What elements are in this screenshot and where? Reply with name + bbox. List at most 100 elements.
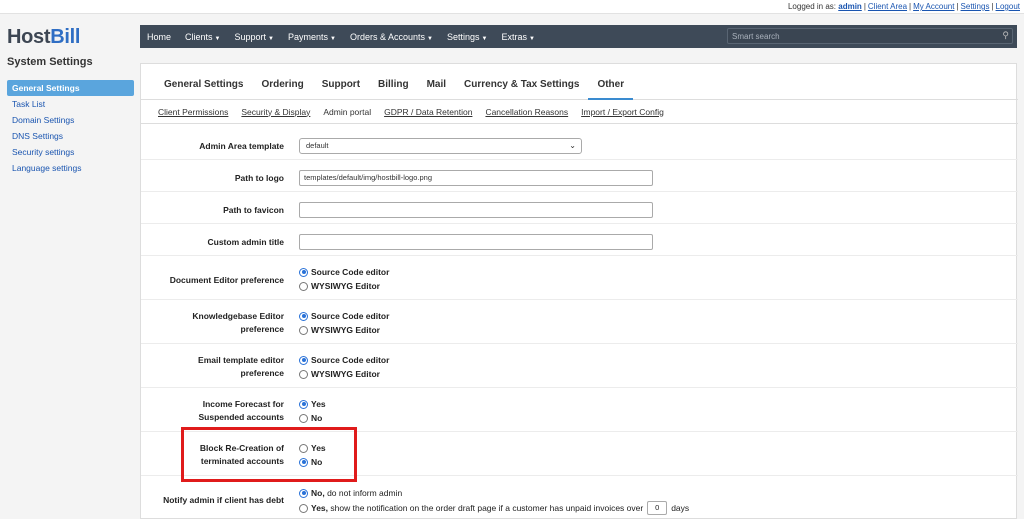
notify-debt-no-option[interactable]: No, do not inform admin [299,486,689,500]
kb-editor-label-line2: preference [240,324,284,334]
nav-clients[interactable]: Clients ▼ [178,32,227,42]
chevron-down-icon: ⌄ [569,141,576,150]
caret-down-icon: ▼ [330,35,336,42]
nav-home[interactable]: Home [140,32,178,42]
tab-support[interactable]: Support [313,64,369,100]
days-input[interactable]: 0 [647,501,668,515]
subtab-cancellation-reasons[interactable]: Cancellation Reasons [480,107,573,117]
admin-template-select[interactable]: default ⌄ [299,138,582,154]
caret-down-icon: ▼ [427,35,433,42]
tab-general-settings[interactable]: General Settings [155,64,252,100]
logo-text-bill: Bill [50,26,81,48]
income-forecast-yes-option[interactable]: Yes [299,397,326,411]
admin-template-value: default [306,141,329,150]
nav-support[interactable]: Support ▼ [227,32,280,42]
sidebar-item-dns-settings[interactable]: DNS Settings [7,128,134,144]
logo-path-label: Path to logo [234,173,284,183]
client-area-link[interactable]: Client Area [868,2,907,11]
tab-currency-tax[interactable]: Currency & Tax Settings [455,64,588,100]
nav-home-label: Home [147,31,172,42]
sidebar-item-security-settings[interactable]: Security settings [7,144,134,160]
radio-unchecked[interactable] [299,413,308,423]
sidebar-item-general-settings[interactable]: General Settings [7,80,134,96]
email-editor-label-line1: Email template editor [198,355,284,365]
radio-checked[interactable] [299,399,308,409]
row-income-forecast: Income Forecast for Suspended accounts Ye… [141,388,1018,432]
radio-unchecked[interactable] [299,281,308,291]
admin-title-label: Custom admin title [207,237,284,247]
radio-unchecked[interactable] [299,325,308,335]
subtab-import-export[interactable]: Import / Export Config [576,107,669,117]
subtab-gdpr[interactable]: GDPR / Data Retention [379,107,477,117]
email-editor-wysiwyg-option[interactable]: WYSIWYG Editor [299,367,389,381]
hostbill-logo[interactable]: HostBill [7,26,80,49]
tab-other[interactable]: Other [588,64,634,100]
row-document-editor: Document Editor preference Source Code e… [141,256,1018,300]
logo-path-input[interactable]: templates/default/img/hostbill-logo.png [299,170,653,186]
smart-search-input[interactable] [728,29,1012,43]
option-label: Source Code editor [311,355,390,365]
admin-title-input[interactable] [299,234,653,250]
document-editor-wysiwyg-option[interactable]: WYSIWYG Editor [299,279,389,293]
highlight-box [181,427,357,482]
user-link[interactable]: admin [838,2,862,11]
top-user-bar: Logged in as: admin | Client Area | My Accou… [0,0,1024,14]
notify-debt-yes-option[interactable]: Yes, show the notification on the order … [299,500,689,516]
subtab-security-display[interactable]: Security & Display [236,107,315,117]
email-editor-label: Email template editor preference [141,354,284,380]
sidebar: General Settings Task List Domain Settin… [7,80,134,176]
option-label-bold: No, [311,488,325,498]
smart-search: ⚲ [727,28,1013,44]
radio-unchecked[interactable] [299,503,308,513]
tab-mail[interactable]: Mail [418,64,455,100]
settings-link[interactable]: Settings [961,2,990,11]
email-editor-source-option[interactable]: Source Code editor [299,353,389,367]
kb-editor-source-option[interactable]: Source Code editor [299,309,389,323]
nav-orders-accounts[interactable]: Orders & Accounts ▼ [343,32,440,42]
main-navbar: Home Clients ▼ Support ▼ Payments ▼ Orders … [140,25,1017,48]
nav-settings[interactable]: Settings ▼ [440,32,494,42]
row-logo-path: Path to logo templates/default/img/hostb… [141,160,1018,192]
row-admin-title: Custom admin title [141,224,1018,256]
sidebar-item-task-list[interactable]: Task List [7,96,134,112]
tab-billing[interactable]: Billing [369,64,418,100]
income-forecast-label-line2: Suspended accounts [198,412,285,422]
favicon-path-label: Path to favicon [223,205,284,215]
caret-down-icon: ▼ [528,35,535,42]
radio-checked[interactable] [299,355,308,365]
income-forecast-no-option[interactable]: No [299,411,326,425]
days-label: days [671,503,690,513]
income-forecast-label-line1: Income Forecast for [202,399,284,409]
radio-checked[interactable] [299,311,308,321]
radio-checked[interactable] [299,488,308,498]
subtab-client-permissions[interactable]: Client Permissions [153,107,233,117]
subtab-admin-portal[interactable]: Admin portal [318,107,376,117]
option-label: show the notification on the order draft… [330,503,644,513]
sidebar-item-domain-settings[interactable]: Domain Settings [7,112,134,128]
row-kb-editor: Knowledgebase Editor preference Source Co… [141,300,1018,344]
row-email-editor: Email template editor preference Source C… [141,344,1018,388]
tab-ordering[interactable]: Ordering [252,64,312,100]
document-editor-source-option[interactable]: Source Code editor [299,265,389,279]
nav-extras[interactable]: Extras ▼ [494,32,541,42]
kb-editor-options: Source Code editor WYSIWYG Editor [299,309,389,337]
search-icon[interactable]: ⚲ [1002,30,1009,41]
sidebar-item-language-settings[interactable]: Language settings [7,160,134,176]
option-label: Source Code editor [311,311,390,321]
favicon-path-input[interactable] [299,202,653,218]
caret-down-icon: ▼ [214,35,221,42]
document-editor-label: Document Editor preference [169,275,284,285]
income-forecast-options: Yes No [299,397,326,425]
option-label-bold: Yes, [311,503,329,513]
income-forecast-label: Income Forecast for Suspended accounts [141,398,285,424]
nav-orders-label: Orders & Accounts [349,31,425,42]
kb-editor-wysiwyg-option[interactable]: WYSIWYG Editor [299,323,389,337]
nav-clients-label: Clients [185,31,213,42]
radio-unchecked[interactable] [299,369,308,379]
radio-checked[interactable] [299,267,308,277]
option-label: WYSIWYG Editor [311,325,380,335]
notify-debt-options: No, do not inform admin Yes, show the no… [299,486,689,516]
nav-payments[interactable]: Payments ▼ [281,32,343,42]
my-account-link[interactable]: My Account [913,2,954,11]
logout-link[interactable]: Logout [996,2,1020,11]
